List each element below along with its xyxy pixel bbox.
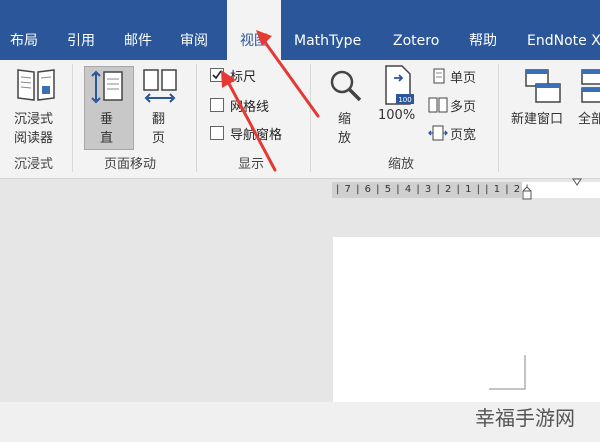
arrow-to-view-tab: [260, 36, 320, 118]
annotation-arrows: [221, 30, 320, 172]
arrow-to-ruler-checkbox: [224, 76, 277, 172]
arrow-head-view-tab: [256, 30, 272, 46]
